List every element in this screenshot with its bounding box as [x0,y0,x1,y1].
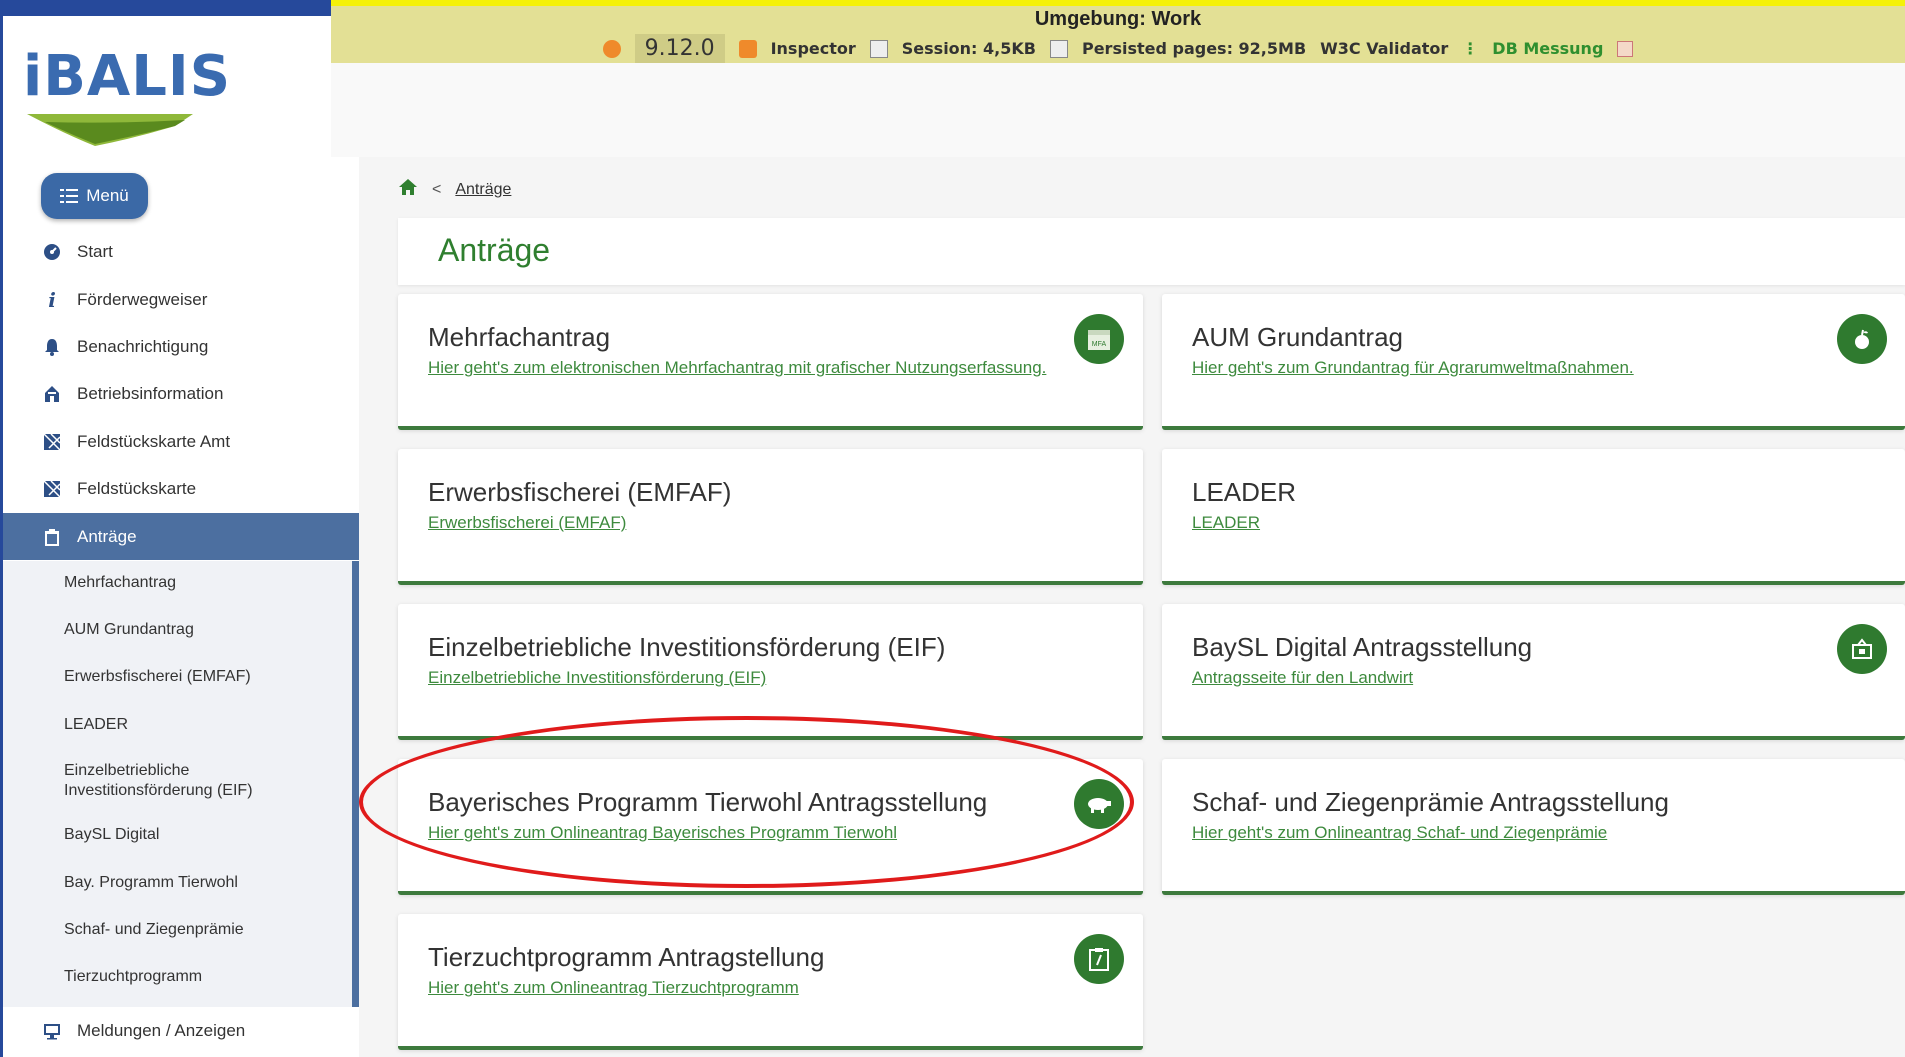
sidebar-item-antraege[interactable]: Anträge [3,513,359,560]
card-link[interactable]: Hier geht's zum Onlineantrag Tierzuchtpr… [428,978,799,998]
sidebar-item-foerderwegweiser[interactable]: i Förderwegweiser [3,276,359,323]
inspector-link[interactable]: Inspector [771,39,856,58]
info-icon: i [48,287,56,312]
clipboard-icon [41,526,63,548]
card-link[interactable]: Erwerbsfischerei (EMFAF) [428,513,626,533]
sidebar-item-label: Feldstückskarte Amt [77,431,231,451]
submenu-item-leader[interactable]: LEADER [64,715,128,735]
card-link[interactable]: Hier geht's zum elektronischen Mehrfacha… [428,358,1046,378]
card-mehrfachantrag[interactable]: Mehrfachantrag Hier geht's zum elektroni… [398,294,1143,430]
card-title: LEADER [1192,477,1297,507]
db-dots-icon: ⋮ [1462,39,1479,58]
map-icon [41,478,63,500]
card-link[interactable]: Hier geht's zum Grundantrag für Agrarumw… [1192,358,1634,378]
submenu-item-mehrfachantrag[interactable]: Mehrfachantrag [64,573,176,593]
card-aum-grundantrag[interactable]: AUM Grundantrag Hier geht's zum Grundant… [1162,294,1905,430]
menu-label: Menü [86,186,129,205]
session-size[interactable]: Session: 4,5KB [902,39,1036,58]
session-icon [869,39,888,58]
dashboard-icon [41,241,63,263]
menu-button[interactable]: Menü [41,173,148,219]
header-area [331,63,1905,157]
logo-area[interactable]: iBALIS [3,16,331,157]
page-title-box: Anträge [398,218,1905,285]
clipboard-icon [1074,934,1124,984]
submenu-item-baysl-digital[interactable]: BaySL Digital [64,825,159,845]
card-title: Erwerbsfischerei (EMFAF) [428,477,732,507]
sidebar-item-benachrichtigung[interactable]: Benachrichtigung [3,323,359,370]
bell-icon [41,336,63,358]
persisted-pages[interactable]: Persisted pages: 92,5MB [1082,39,1306,58]
sidebar-item-feldstueckskarte[interactable]: Feldstückskarte [3,465,359,512]
card-tierwohl[interactable]: Bayerisches Programm Tierwohl Antragsste… [398,759,1143,895]
sidebar-item-label: Meldungen / Anzeigen [77,1020,246,1040]
submenu-item-tierzucht[interactable]: Tierzuchtprogramm [64,967,202,987]
menu-list-icon [60,189,79,203]
card-link[interactable]: Hier geht's zum Onlineantrag Schaf- und … [1192,823,1607,843]
card-title: Bayerisches Programm Tierwohl Antragsste… [428,787,988,817]
submenu-item-eif[interactable]: Einzelbetriebliche Investitionsförderung… [64,761,304,801]
dev-toolbar: 9.12.0 Inspector Session: 4,5KB Persiste… [331,34,1905,63]
mfa-calendar-icon: MFA [1074,314,1124,364]
card-link[interactable]: Hier geht's zum Onlineantrag Bayerisches… [428,823,897,843]
home-icon[interactable] [398,178,418,201]
card-title: Einzelbetriebliche Investitionsförderung… [428,632,946,662]
page-title: Anträge [438,232,551,268]
db-measure-link[interactable]: DB Messung [1492,39,1603,58]
submenu-item-aum-grundantrag[interactable]: AUM Grundantrag [64,620,194,640]
page: iBALIS Umgebung: Work 9.12.0 Inspector S… [0,0,1905,1057]
card-title: BaySL Digital Antragsstellung [1192,632,1533,662]
version-label: 9.12.0 [634,34,725,63]
sidebar-item-label: Benachrichtigung [77,336,209,356]
card-title: Schaf- und Ziegenprämie Antragsstellung [1192,787,1669,817]
monitor-icon [41,1020,63,1042]
card-eif[interactable]: Einzelbetriebliche Investitionsförderung… [398,604,1143,740]
sidebar-item-betriebsinformation[interactable]: Betriebsinformation [3,370,359,417]
sidebar-item-feldstueckskarte-amt[interactable]: Feldstückskarte Amt [3,418,359,465]
sidebar-item-label: Betriebsinformation [77,383,224,403]
card-schaf-ziegen[interactable]: Schaf- und Ziegenprämie Antragsstellung … [1162,759,1905,895]
sidebar-item-label: Feldstückskarte [77,478,197,498]
card-link[interactable]: LEADER [1192,513,1260,533]
card-link[interactable]: Einzelbetriebliche Investitionsförderung… [428,668,766,688]
logo-swoosh-icon [27,114,193,146]
card-title: Tierzuchtprogramm Antragstellung [428,942,825,972]
building-icon [41,383,63,405]
sidebar: Menü Start i Förderwegweiser Benachricht… [3,157,359,1057]
w3c-validator-link[interactable]: W3C Validator [1320,39,1448,58]
card-baysl-digital[interactable]: BaySL Digital Antragsstellung Antragssei… [1162,604,1905,740]
toolbar-logo-icon[interactable] [602,39,621,58]
apple-icon [1837,314,1887,364]
environment-bar: Umgebung: Work 9.12.0 Inspector Session:… [331,0,1905,63]
card-title: Mehrfachantrag [428,322,611,352]
breadcrumb-separator-icon: < [432,180,442,198]
sidebar-item-label: Anträge [77,526,137,546]
antraege-submenu: Mehrfachantrag AUM Grundantrag Erwerbsfi… [3,561,359,1007]
card-leader[interactable]: LEADER LEADER [1162,449,1905,585]
sidebar-item-start[interactable]: Start [3,228,359,275]
sidebar-item-meldungen[interactable]: Meldungen / Anzeigen [3,1007,359,1054]
map-icon [41,431,63,453]
persisted-icon [1049,39,1068,58]
submenu-item-tierwohl[interactable]: Bay. Programm Tierwohl [64,873,238,893]
card-link[interactable]: Antragsseite für den Landwirt [1192,668,1413,688]
sidebar-item-label: Start [77,241,113,261]
breadcrumb-current[interactable]: Anträge [455,181,511,199]
pig-icon [1074,779,1124,829]
card-tierzucht[interactable]: Tierzuchtprogramm Antragstellung Hier ge… [398,914,1143,1050]
card-title: AUM Grundantrag [1192,322,1403,352]
submenu-item-erwerbsfischerei[interactable]: Erwerbsfischerei (EMFAF) [64,667,251,687]
image-icon[interactable] [1617,40,1634,57]
top-frame-strip [0,0,331,16]
submenu-item-schaf-ziegen[interactable]: Schaf- und Ziegenprämie [64,920,244,940]
environment-title: Umgebung: Work [1034,8,1202,30]
sidebar-item-label: Förderwegweiser [77,289,208,309]
breadcrumb: < Anträge [398,178,511,201]
warning-icon[interactable] [738,39,757,58]
logo[interactable]: iBALIS [23,44,231,109]
scale-icon [1837,624,1887,674]
svg-text:MFA: MFA [1092,341,1107,348]
card-erwerbsfischerei[interactable]: Erwerbsfischerei (EMFAF) Erwerbsfischere… [398,449,1143,585]
